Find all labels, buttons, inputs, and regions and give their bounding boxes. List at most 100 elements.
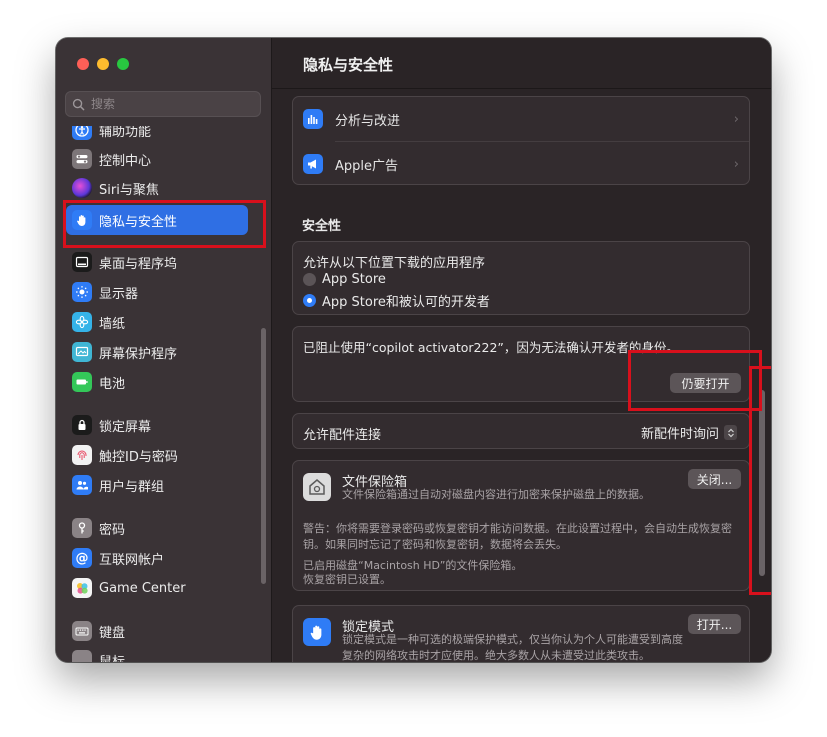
sidebar-item-label: 屏幕保护程序 <box>99 346 178 362</box>
users-icon <box>72 475 92 495</box>
accessory-popup[interactable]: 新配件时询问 <box>641 423 737 442</box>
accessibility-icon <box>72 126 92 140</box>
game-center-icon <box>72 578 92 598</box>
sidebar-item-keyboard[interactable]: 键盘 <box>66 617 248 645</box>
radio-app-store-identified[interactable]: App Store和被认可的开发者 <box>303 291 490 310</box>
sidebar-item-label: 键盘 <box>99 625 126 641</box>
sidebar-item-label: 显示器 <box>99 286 139 302</box>
sidebar-item-label: 电池 <box>99 376 126 392</box>
sidebar-item-battery[interactable]: 电池 <box>66 368 248 396</box>
screensaver-icon <box>72 342 92 362</box>
sidebar-item-displays[interactable]: 显示器 <box>66 278 248 306</box>
radio-button-unselected[interactable] <box>303 273 316 286</box>
battery-icon <box>72 372 92 392</box>
sidebar-item-label: 隐私与安全性 <box>99 214 178 230</box>
updown-chevron-icon <box>724 425 737 440</box>
sidebar-item-control-center[interactable]: 控制中心 <box>66 145 248 173</box>
sidebar-item-users-groups[interactable]: 用户与群组 <box>66 471 248 499</box>
sidebar-item-label: 触控ID与密码 <box>99 449 178 465</box>
sidebar-list: 辅助功能 控制中心 Siri与聚焦 隐私与安全性 桌面与程序坞 显示器 墙纸 屏… <box>56 126 271 662</box>
sidebar-item-desktop-dock[interactable]: 桌面与程序坞 <box>66 248 248 276</box>
lock-icon <box>72 415 92 435</box>
house-safe-icon <box>303 473 331 501</box>
sidebar-item-wallpaper[interactable]: 墙纸 <box>66 308 248 336</box>
radio-button-selected[interactable] <box>303 294 316 307</box>
row-separator <box>335 141 749 142</box>
open-anyway-button[interactable]: 仍要打开 <box>670 373 741 393</box>
mouse-icon <box>72 650 92 662</box>
sidebar-item-label: Siri与聚焦 <box>99 182 159 198</box>
sidebar-item-label: 墙纸 <box>99 316 126 332</box>
search-icon <box>72 98 85 110</box>
flower-icon <box>72 312 92 332</box>
sidebar-item-screensaver[interactable]: 屏幕保护程序 <box>66 338 248 366</box>
keyboard-icon <box>72 621 92 641</box>
fingerprint-icon <box>72 445 92 465</box>
settings-window: 辅助功能 控制中心 Siri与聚焦 隐私与安全性 桌面与程序坞 显示器 <box>56 38 771 662</box>
accessory-label: 允许配件连接 <box>303 428 382 443</box>
row-analytics-label: 分析与改进 <box>335 113 401 129</box>
row-apple-ads[interactable]: Apple广告 › <box>293 152 749 176</box>
sidebar-item-label: 鼠标 <box>99 654 126 663</box>
sidebar-item-label: 用户与群组 <box>99 479 165 495</box>
close-window-button[interactable] <box>77 58 89 70</box>
row-apple-ads-label: Apple广告 <box>335 158 399 174</box>
minimize-window-button[interactable] <box>97 58 109 70</box>
page-title: 隐私与安全性 <box>303 56 394 74</box>
dock-icon <box>72 252 92 272</box>
sidebar-item-lock-screen[interactable]: 锁定屏幕 <box>66 411 248 439</box>
sidebar-item-label: 互联网帐户 <box>99 552 165 568</box>
search-field[interactable] <box>65 91 261 117</box>
sidebar-item-label: 锁定屏幕 <box>99 419 152 435</box>
sidebar-item-siri[interactable]: Siri与聚焦 <box>66 174 248 202</box>
bar-chart-icon <box>303 109 323 129</box>
sidebar-item-mouse[interactable]: 鼠标 <box>66 646 248 662</box>
key-icon <box>72 518 92 538</box>
sidebar-item-label: 桌面与程序坞 <box>99 256 178 272</box>
download-sources-title: 允许从以下位置下载的应用程序 <box>303 256 486 271</box>
privacy-list-card: 分析与改进 › Apple广告 › <box>292 96 750 185</box>
filevault-turn-off-button[interactable]: 关闭... <box>688 469 741 489</box>
row-analytics[interactable]: 分析与改进 › <box>293 107 749 131</box>
filevault-card: 文件保险箱 文件保险箱通过自动对磁盘内容进行加密来保护磁盘上的数据。 关闭...… <box>292 460 750 591</box>
chevron-right-icon: › <box>733 111 739 127</box>
sidebar-scrollbar[interactable] <box>261 328 266 584</box>
title-divider <box>272 88 771 89</box>
main-scrollbar[interactable] <box>759 390 765 576</box>
chevron-right-icon: › <box>733 156 739 172</box>
window-controls <box>77 58 129 70</box>
sidebar-item-label: 辅助功能 <box>99 126 152 140</box>
filevault-desc: 文件保险箱通过自动对磁盘内容进行加密来保护磁盘上的数据。 <box>342 488 650 501</box>
sidebar: 辅助功能 控制中心 Siri与聚焦 隐私与安全性 桌面与程序坞 显示器 <box>56 38 272 662</box>
radio-app-store[interactable]: App Store <box>303 272 386 287</box>
filevault-warning: 警告：你将需要登录密码或恢复密钥才能访问数据。在此设置过程中，会自动生成恢复密钥… <box>303 522 732 551</box>
at-sign-icon: @ <box>72 548 92 568</box>
sidebar-item-accessibility[interactable]: 辅助功能 <box>66 126 248 144</box>
download-sources-card: 允许从以下位置下载的应用程序 App Store App Store和被认可的开… <box>292 241 750 315</box>
accessory-value: 新配件时询问 <box>640 427 719 442</box>
radio-label: App Store和被认可的开发者 <box>322 295 490 310</box>
sidebar-item-passwords[interactable]: 密码 <box>66 514 248 542</box>
lockdown-card: 锁定模式 锁定模式是一种可选的极端保护模式，仅当你认为个人可能遭受到高度复杂的网… <box>292 605 750 662</box>
security-section-title: 安全性 <box>302 219 342 234</box>
sidebar-item-label: Game Center <box>99 580 186 596</box>
sidebar-item-privacy-security[interactable]: 隐私与安全性 <box>66 205 248 235</box>
sidebar-item-label: 密码 <box>99 522 126 538</box>
blocked-app-message: 已阻止使用“copilot activator222”，因为无法确认开发者的身份… <box>303 340 679 355</box>
hand-raised-icon <box>72 210 92 230</box>
sidebar-item-touch-id[interactable]: 触控ID与密码 <box>66 441 248 469</box>
sidebar-item-internet-accounts[interactable]: @ 互联网帐户 <box>66 544 248 572</box>
search-input[interactable] <box>89 96 253 112</box>
filevault-status-line2: 恢复密钥已设置。 <box>303 573 391 586</box>
siri-icon <box>72 178 92 198</box>
zoom-window-button[interactable] <box>117 58 129 70</box>
control-center-icon <box>72 149 92 169</box>
sidebar-item-label: 控制中心 <box>99 153 152 169</box>
main-pane: 隐私与安全性 分析与改进 › Apple广告 › 安全性 允许从以下位置下载的应… <box>272 38 771 662</box>
blocked-app-card: 已阻止使用“copilot activator222”，因为无法确认开发者的身份… <box>292 326 750 402</box>
sidebar-item-game-center[interactable]: Game Center <box>66 574 248 602</box>
lockdown-turn-on-button[interactable]: 打开... <box>688 614 741 634</box>
lockdown-desc: 锁定模式是一种可选的极端保护模式，仅当你认为个人可能遭受到高度复杂的网络攻击时才… <box>342 633 683 662</box>
accessory-card: 允许配件连接 新配件时询问 <box>292 413 750 449</box>
sun-icon <box>72 282 92 302</box>
